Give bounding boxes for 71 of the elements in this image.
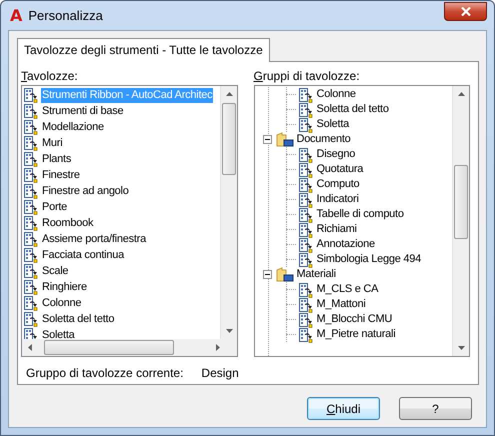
tree-item[interactable]: Materiali bbox=[256, 267, 452, 282]
scroll-thumb[interactable] bbox=[44, 340, 174, 355]
tree-item[interactable]: Computo bbox=[256, 177, 452, 192]
list-item[interactable]: Plants bbox=[23, 151, 220, 167]
list-item[interactable]: Muri bbox=[23, 135, 220, 151]
tree-item[interactable]: Simbologia Legge 494 bbox=[256, 252, 452, 267]
current-group-value: Design bbox=[201, 366, 239, 380]
window-title: Personalizza bbox=[28, 8, 104, 23]
tree-item[interactable]: M_Mattoni bbox=[256, 297, 452, 312]
tree-item[interactable]: Richiami bbox=[256, 222, 452, 237]
list-item[interactable]: Roombook bbox=[23, 215, 220, 231]
palette-icon bbox=[298, 296, 314, 312]
list-label: Tavolozze: bbox=[21, 70, 79, 85]
tree-item[interactable]: Annotazione bbox=[256, 237, 452, 252]
scroll-right-icon[interactable] bbox=[216, 344, 220, 351]
palette-icon bbox=[298, 102, 314, 118]
list-item[interactable]: Finestre ad angolo bbox=[23, 183, 220, 199]
tab[interactable]: Tavolozze degli strumenti - Tutte le tavolozze bbox=[17, 38, 270, 62]
palette-icon bbox=[298, 282, 314, 298]
list-item[interactable]: Assieme porta/finestra bbox=[23, 231, 220, 247]
folder-icon bbox=[276, 132, 294, 148]
close-button[interactable] bbox=[444, 2, 487, 20]
list-item[interactable]: Finestre bbox=[23, 167, 220, 183]
app-logo: A bbox=[10, 6, 22, 25]
tree-item[interactable]: Tabelle di computo bbox=[256, 207, 452, 222]
scrollbar[interactable] bbox=[452, 86, 469, 356]
palette-icon bbox=[298, 116, 314, 132]
scroll-thumb[interactable] bbox=[222, 103, 236, 175]
list-item[interactable]: Ringhiere bbox=[23, 279, 220, 295]
list-item[interactable]: Colonne bbox=[23, 295, 220, 311]
close-icon bbox=[460, 6, 470, 16]
palette-icon bbox=[298, 312, 314, 328]
palette-icon bbox=[298, 236, 314, 252]
list-item[interactable]: Strumenti di base bbox=[23, 103, 220, 119]
palette-icon bbox=[298, 176, 314, 192]
scroll-down-icon[interactable] bbox=[458, 346, 465, 350]
collapse-icon[interactable] bbox=[262, 135, 272, 144]
list-item[interactable]: Porte bbox=[23, 199, 220, 215]
list-item[interactable]: Scale bbox=[23, 263, 220, 279]
tree-item[interactable]: Soletta del tetto bbox=[256, 102, 452, 117]
scroll-thumb[interactable] bbox=[454, 165, 468, 239]
tree-item[interactable]: M_Pietre naturali bbox=[256, 327, 452, 342]
palette-icon bbox=[298, 192, 314, 208]
current-group-label: Gruppo di tavolozze corrente: bbox=[26, 366, 184, 380]
palette-icon bbox=[298, 326, 314, 342]
scroll-up-icon[interactable] bbox=[458, 92, 465, 96]
tree-item[interactable]: Soletta bbox=[256, 117, 452, 132]
scroll-left-icon[interactable] bbox=[28, 344, 32, 351]
tree-item[interactable]: Documento bbox=[256, 132, 452, 147]
collapse-icon[interactable] bbox=[262, 270, 272, 279]
tree-item[interactable]: Quotatura bbox=[256, 162, 452, 177]
dialog-button[interactable]: ? bbox=[399, 397, 472, 420]
tree-item[interactable]: Indicatori bbox=[256, 192, 452, 207]
scroll-down-icon[interactable] bbox=[226, 329, 232, 333]
tree-item[interactable]: M_Blocchi CMU bbox=[256, 312, 452, 327]
palette-icon bbox=[298, 206, 314, 222]
tree-item[interactable]: Disegno bbox=[256, 147, 452, 162]
tree-item[interactable]: M_CLS e CA bbox=[256, 282, 452, 297]
palette-icon bbox=[298, 146, 314, 162]
scrollbar[interactable] bbox=[220, 86, 236, 339]
tree-label: Gruppi di tavolozze: bbox=[254, 70, 361, 85]
dialog-button[interactable]: Chiudi bbox=[307, 397, 380, 420]
palette-icon bbox=[298, 162, 314, 178]
palette-icon bbox=[298, 252, 314, 268]
list-item[interactable]: Soletta del tetto bbox=[23, 311, 220, 327]
tree-item[interactable]: Colonne bbox=[256, 87, 452, 102]
palette-icon bbox=[298, 222, 314, 238]
folder-icon bbox=[276, 266, 294, 282]
scroll-up-icon[interactable] bbox=[226, 92, 232, 96]
list-item[interactable]: Modellazione bbox=[23, 119, 220, 135]
list-item[interactable]: Facciata continua bbox=[23, 247, 220, 263]
